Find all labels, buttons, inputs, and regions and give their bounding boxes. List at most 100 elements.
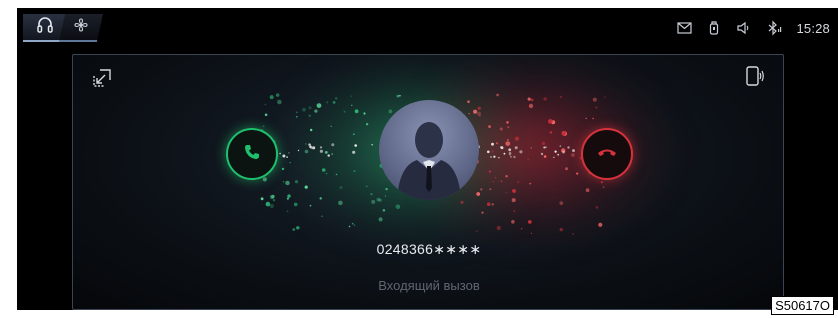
particle: [350, 95, 352, 97]
particle: [500, 180, 503, 182]
particle: [285, 180, 290, 186]
particle: [567, 146, 570, 149]
particle: [576, 172, 579, 175]
person-silhouette-icon: [397, 122, 461, 200]
particle: [293, 202, 298, 207]
particle: [279, 152, 281, 155]
particle: [511, 220, 515, 224]
particle: [499, 127, 503, 131]
particle: [460, 200, 464, 204]
phone-device-icon: [743, 65, 765, 92]
particle: [508, 148, 512, 152]
particle: [554, 150, 557, 153]
particle: [541, 141, 546, 145]
particle: [491, 149, 495, 153]
particle: [308, 106, 312, 110]
minimize-call-button[interactable]: [91, 68, 113, 93]
particle: [294, 180, 299, 184]
particle: [561, 130, 567, 136]
particle: [600, 181, 603, 184]
particle: [371, 199, 376, 204]
particle: [281, 167, 285, 171]
particle: [505, 175, 508, 178]
particle: [371, 144, 373, 146]
particle: [269, 95, 274, 100]
particle: [264, 113, 268, 117]
switch-to-phone-button[interactable]: [743, 65, 765, 92]
mail-icon[interactable]: [676, 20, 692, 36]
particle: [507, 126, 510, 129]
particle: [260, 197, 264, 201]
particle: [304, 149, 309, 154]
tab-climate[interactable]: [59, 14, 103, 42]
particle: [286, 156, 288, 158]
particle: [514, 146, 518, 150]
particle: [496, 93, 499, 97]
particle: [352, 150, 356, 154]
particle: [514, 136, 519, 141]
particle: [292, 228, 296, 231]
speaker-icon[interactable]: [736, 20, 752, 36]
particle: [527, 97, 531, 101]
particle: [530, 147, 532, 149]
particle: [316, 103, 322, 108]
head-unit-screen: 15:28 0248366∗∗∗∗ Входящий вызов: [17, 8, 838, 310]
particle: [543, 146, 546, 149]
particle: [571, 153, 575, 157]
particle: [365, 123, 369, 126]
particle: [527, 158, 529, 160]
particle: [376, 197, 381, 202]
particle: [553, 156, 555, 158]
particle: [604, 96, 606, 98]
particle: [476, 192, 481, 196]
particle: [331, 143, 335, 147]
particle: [286, 210, 289, 213]
particle: [277, 99, 282, 105]
figure-code: S50617O: [771, 296, 834, 315]
particle: [388, 109, 393, 114]
particle: [592, 117, 594, 120]
particle: [511, 198, 516, 203]
particle: [491, 142, 494, 146]
bluetooth-icon: [766, 20, 782, 36]
particle: [543, 155, 547, 158]
particle: [530, 232, 532, 234]
particle: [490, 156, 492, 158]
particle: [282, 154, 286, 158]
particle: [296, 111, 298, 114]
particle: [520, 227, 523, 230]
particle: [493, 155, 496, 158]
particle: [481, 211, 484, 214]
particle: [332, 101, 336, 104]
particle: [595, 206, 599, 209]
particle: [384, 195, 387, 197]
particle: [489, 188, 492, 191]
decline-call-button[interactable]: [581, 128, 633, 180]
particle: [276, 93, 280, 97]
particle: [519, 150, 523, 154]
particle: [473, 109, 478, 114]
quick-tabs: [23, 14, 103, 42]
particle: [477, 106, 481, 110]
particle: [517, 181, 520, 184]
particle: [354, 109, 359, 114]
accept-call-button[interactable]: [226, 128, 278, 180]
particle: [500, 146, 502, 148]
particle: [282, 181, 285, 183]
particle: [339, 186, 343, 189]
particle: [529, 182, 532, 185]
particle: [304, 185, 308, 189]
particle: [296, 226, 300, 230]
particle: [348, 225, 351, 228]
particle: [503, 152, 506, 155]
particle: [530, 98, 534, 102]
particle: [395, 204, 401, 210]
particle: [488, 170, 492, 173]
minimize-call-icon: [92, 68, 112, 93]
particle: [487, 150, 490, 154]
particle: [509, 154, 511, 156]
particle: [592, 97, 597, 102]
particle: [495, 177, 497, 179]
particle: [319, 149, 323, 153]
particle: [351, 222, 354, 225]
